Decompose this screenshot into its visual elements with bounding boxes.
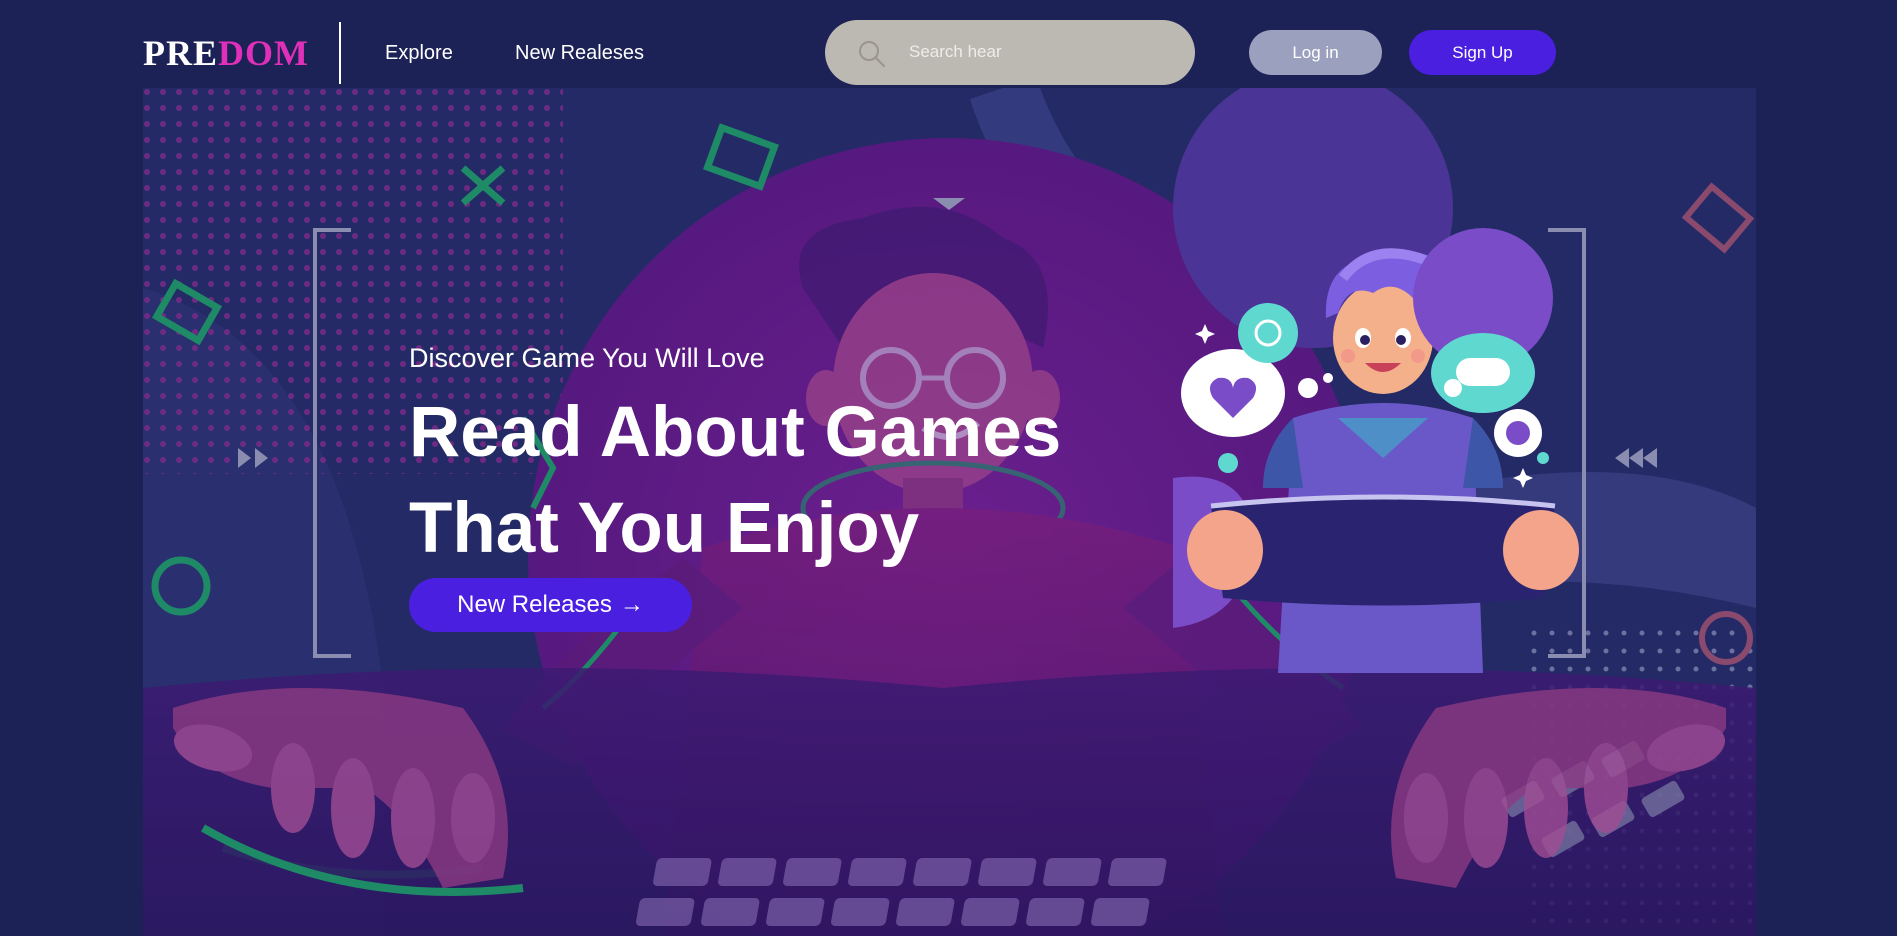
header-divider: [339, 22, 341, 84]
hero-subtitle: Discover Game You Will Love: [409, 343, 765, 373]
search-input[interactable]: [907, 37, 1167, 67]
arrow-right-icon: →: [619, 591, 644, 618]
nav-explore-link[interactable]: Explore: [385, 41, 453, 65]
hero-headline-line1: Read About Games: [409, 393, 1062, 472]
nav-new-releases-link[interactable]: New Realeses: [515, 41, 644, 65]
logo-text-dom: DOM: [218, 33, 309, 73]
hero-banner: Discover Game You Will Love Read About G…: [143, 88, 1756, 936]
logo-text-pre: PRE: [143, 33, 218, 73]
search-icon: [859, 41, 885, 67]
new-releases-button-label: New Releases: [457, 591, 612, 618]
login-button[interactable]: Log in: [1249, 30, 1382, 75]
new-releases-button[interactable]: New Releases →: [409, 578, 692, 632]
hero-headline-line2: That You Enjoy: [409, 489, 920, 568]
search-bar[interactable]: [825, 20, 1195, 85]
top-navigation: PREDOM Explore New Realeses Log in Sign …: [0, 0, 1897, 104]
signup-button[interactable]: Sign Up: [1409, 30, 1556, 75]
predom-logo[interactable]: PREDOM: [143, 33, 309, 73]
hero-illustration: [143, 88, 1756, 936]
